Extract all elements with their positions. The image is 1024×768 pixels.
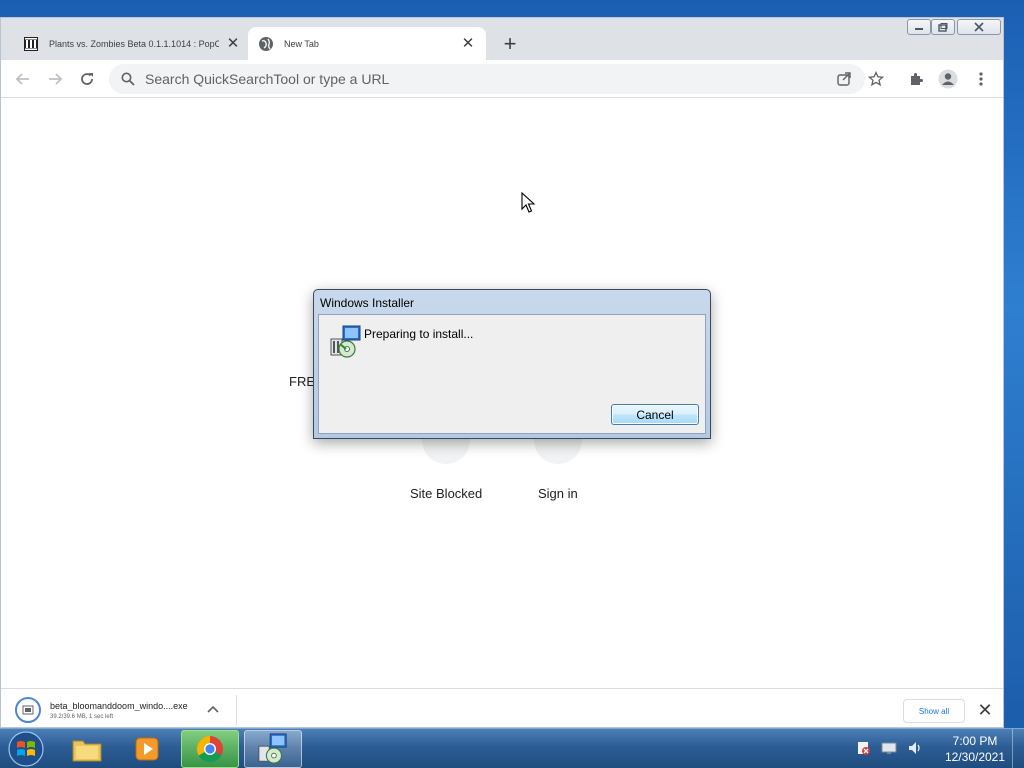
shortcut-label-sign-in[interactable]: Sign in — [538, 486, 578, 501]
chrome-icon — [196, 735, 223, 763]
tab-title: Plants vs. Zombies Beta 0.1.1.1014 : Pop… — [49, 38, 219, 49]
taskbar-media-player[interactable] — [118, 730, 176, 768]
new-tab-button[interactable]: + — [498, 32, 522, 56]
taskbar: 7:00 PM 12/30/2021 — [0, 728, 1024, 768]
browser-toolbar: Search QuickSearchTool or type a URL — [1, 60, 1003, 98]
tab-strip: Plants vs. Zombies Beta 0.1.1.1014 : Pop… — [1, 18, 1003, 60]
download-bar-close-icon[interactable]: ✕ — [975, 699, 995, 721]
share-icon — [837, 72, 851, 86]
share-button[interactable] — [830, 65, 858, 93]
close-icon — [974, 22, 984, 32]
clock-time: 7:00 PM — [952, 734, 998, 748]
extensions-button[interactable] — [902, 65, 930, 93]
system-tray — [854, 739, 924, 757]
download-progress-icon — [15, 697, 41, 723]
partial-text: FRE — [289, 374, 315, 389]
restore-button[interactable] — [931, 19, 955, 35]
action-center-icon[interactable] — [854, 739, 872, 757]
profile-avatar-icon — [938, 69, 958, 89]
window-controls — [907, 19, 1001, 35]
minimize-button[interactable] — [907, 19, 931, 35]
windows-logo-icon — [8, 731, 44, 767]
menu-button[interactable] — [967, 65, 995, 93]
taskbar-clock[interactable]: 7:00 PM 12/30/2021 — [940, 733, 1010, 765]
minimize-icon — [915, 28, 923, 30]
dialog-title: Windows Installer — [320, 296, 415, 310]
reload-button[interactable] — [73, 65, 101, 93]
archive-icon — [23, 36, 39, 52]
shortcut-label-site-blocked[interactable]: Site Blocked — [410, 486, 482, 501]
globe-icon — [258, 36, 274, 52]
installer-icon — [258, 733, 287, 764]
tab-title: New Tab — [284, 38, 319, 49]
mouse-cursor-icon — [521, 192, 536, 213]
dialog-body: Preparing to install... Cancel — [318, 314, 706, 434]
taskbar-chrome[interactable] — [181, 730, 239, 768]
show-desktop-button[interactable] — [1012, 729, 1024, 768]
cancel-button[interactable]: Cancel — [611, 404, 699, 425]
chevron-up-icon[interactable] — [207, 701, 219, 716]
profile-button[interactable] — [934, 65, 962, 93]
download-bar: beta_bloomanddoom_windo....exe 39.2/39.6… — [1, 688, 1003, 727]
download-file-name: beta_bloomanddoom_windo....exe — [50, 700, 188, 711]
star-icon — [868, 71, 884, 87]
show-all-button[interactable]: Show all — [903, 699, 965, 723]
network-icon[interactable] — [880, 739, 898, 757]
puzzle-icon — [911, 73, 923, 85]
media-player-icon — [135, 737, 159, 761]
forward-arrow-icon — [49, 73, 63, 85]
explorer-icon — [72, 740, 102, 762]
download-status: 39.2/39.6 MB, 1 sec left — [50, 713, 114, 720]
dialog-message: Preparing to install... — [364, 327, 474, 341]
clock-date: 12/30/2021 — [944, 750, 1006, 764]
bookmark-button[interactable] — [862, 65, 890, 93]
taskbar-explorer[interactable] — [58, 730, 116, 768]
tab-plants-vs-zombies[interactable]: Plants vs. Zombies Beta 0.1.1.1014 : Pop… — [13, 27, 251, 60]
taskbar-installer[interactable] — [244, 730, 302, 768]
back-arrow-icon — [15, 73, 29, 85]
start-button[interactable] — [6, 730, 46, 768]
tab-close-icon[interactable]: ✕ — [225, 35, 241, 52]
window-close-button[interactable] — [957, 19, 1001, 35]
restore-icon — [938, 22, 948, 32]
address-bar[interactable]: Search QuickSearchTool or type a URL — [109, 64, 865, 94]
search-icon — [111, 72, 145, 86]
tab-new-tab[interactable]: New Tab ✕ — [248, 27, 486, 60]
kebab-menu-icon — [979, 72, 983, 86]
tab-close-icon[interactable]: ✕ — [460, 35, 476, 52]
download-item[interactable]: beta_bloomanddoom_windo....exe 39.2/39.6… — [11, 695, 237, 725]
reload-icon — [81, 73, 93, 85]
back-button[interactable] — [9, 65, 37, 93]
installer-dialog: Windows Installer Preparing to install..… — [313, 289, 711, 439]
address-placeholder: Search QuickSearchTool or type a URL — [145, 71, 390, 87]
installer-icon — [329, 325, 363, 359]
volume-icon[interactable] — [906, 739, 924, 757]
forward-button[interactable] — [41, 65, 69, 93]
